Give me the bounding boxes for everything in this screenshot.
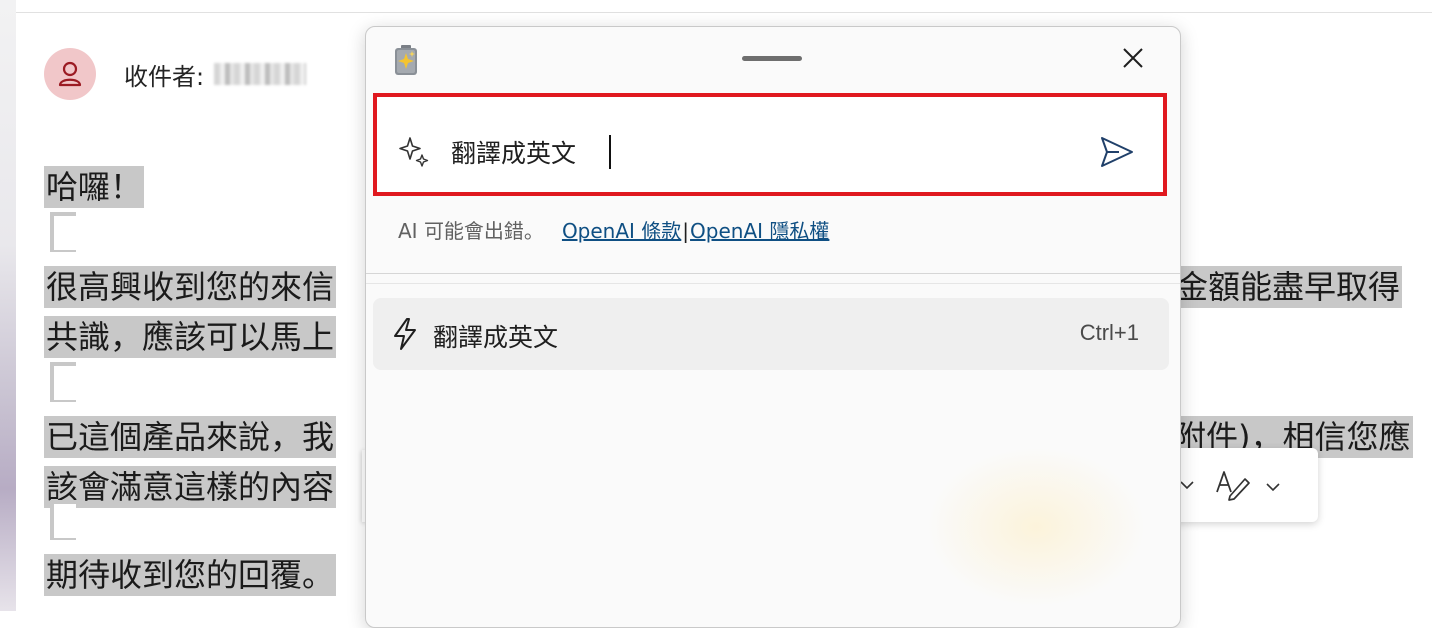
pane-glow <box>926 447 1146 607</box>
prompt-input[interactable] <box>451 137 1051 167</box>
disclaimer: AI 可能會出錯。 OpenAI 條款|OpenAI 隱私權 <box>398 215 829 244</box>
copilot-app-icon <box>395 45 417 75</box>
handwriting-icon[interactable] <box>1214 466 1252 502</box>
body-line: 哈囉！ <box>44 166 145 208</box>
prompt-box <box>383 101 1156 188</box>
body-line: 很高興收到您的來信 <box>44 266 337 308</box>
chevron-down-icon[interactable] <box>1180 480 1194 490</box>
text-caret <box>609 135 611 169</box>
background-strip <box>0 0 16 611</box>
suggestion-item[interactable]: 翻譯成英文 Ctrl+1 <box>373 298 1169 370</box>
close-button[interactable] <box>1116 41 1150 75</box>
recipient-name-redacted[interactable] <box>214 63 307 85</box>
blank-line <box>50 362 76 402</box>
drag-handle[interactable] <box>742 56 802 61</box>
blank-line <box>50 212 76 252</box>
body-line: 期待收到您的回覆。 <box>44 554 337 596</box>
recipient-label: 收件者: <box>124 62 205 91</box>
suggestion-label: 翻譯成英文 <box>433 323 559 352</box>
suggestion-shortcut: Ctrl+1 <box>1079 320 1139 345</box>
copilot-pane: AI 可能會出錯。 OpenAI 條款|OpenAI 隱私權 翻譯成英文 Ctrl… <box>365 26 1181 628</box>
blank-line <box>50 500 76 540</box>
send-icon[interactable] <box>1099 134 1135 170</box>
sparkle-icon <box>399 137 429 167</box>
body-line: 共識，應該可以馬上 <box>44 316 337 358</box>
pane-divider <box>366 273 1180 274</box>
bolt-icon <box>394 318 416 350</box>
pane-divider <box>366 283 1180 284</box>
terms-link[interactable]: OpenAI 條款 <box>562 219 681 243</box>
close-icon <box>1123 48 1143 68</box>
privacy-link[interactable]: OpenAI 隱私權 <box>690 219 829 243</box>
body-line: 金額能盡早取得 <box>1174 266 1403 308</box>
disclaimer-text: AI 可能會出錯。 <box>398 219 544 243</box>
prompt-focus-frame <box>373 93 1167 196</box>
link-separator: | <box>682 219 690 243</box>
header-divider <box>16 12 1432 13</box>
avatar[interactable] <box>44 48 96 100</box>
recipient-row: 收件者: <box>44 48 307 100</box>
chevron-down-icon[interactable] <box>1266 482 1280 492</box>
body-line: 已這個產品來說，我 <box>44 416 337 458</box>
body-line: 該會滿意這樣的內容 <box>44 466 337 508</box>
person-icon <box>58 61 82 87</box>
